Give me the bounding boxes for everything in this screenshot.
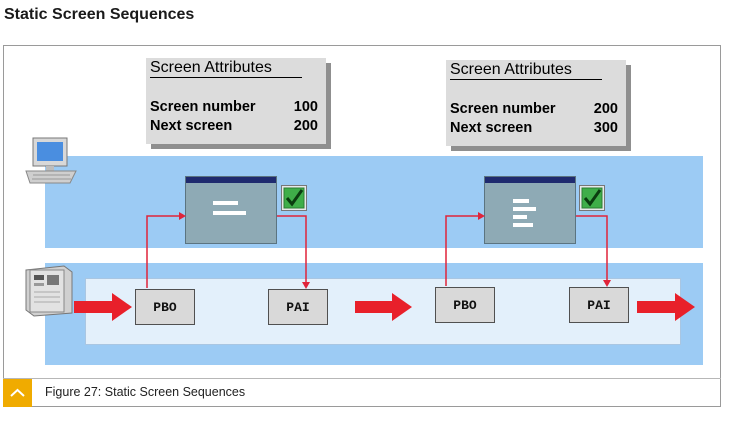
- connector-arrowheads: [179, 212, 611, 289]
- desktop-computer-icon: [25, 137, 77, 184]
- figure-caption: Figure 27: Static Screen Sequences: [45, 385, 246, 399]
- figure-caption-bar: Figure 27: Static Screen Sequences: [3, 378, 721, 407]
- connector-lines: [146, 215, 608, 288]
- screen-content: [213, 199, 536, 227]
- arrow-right-icon: [637, 293, 695, 321]
- server-icon: [25, 265, 73, 317]
- arrow-right-icon: [74, 293, 132, 321]
- arrow-right-icon: [355, 293, 412, 321]
- flow-arrows: [74, 293, 695, 321]
- diagram-graphics: [25, 137, 695, 321]
- chevron-up-icon[interactable]: [3, 379, 32, 407]
- check-marks: [283, 187, 603, 209]
